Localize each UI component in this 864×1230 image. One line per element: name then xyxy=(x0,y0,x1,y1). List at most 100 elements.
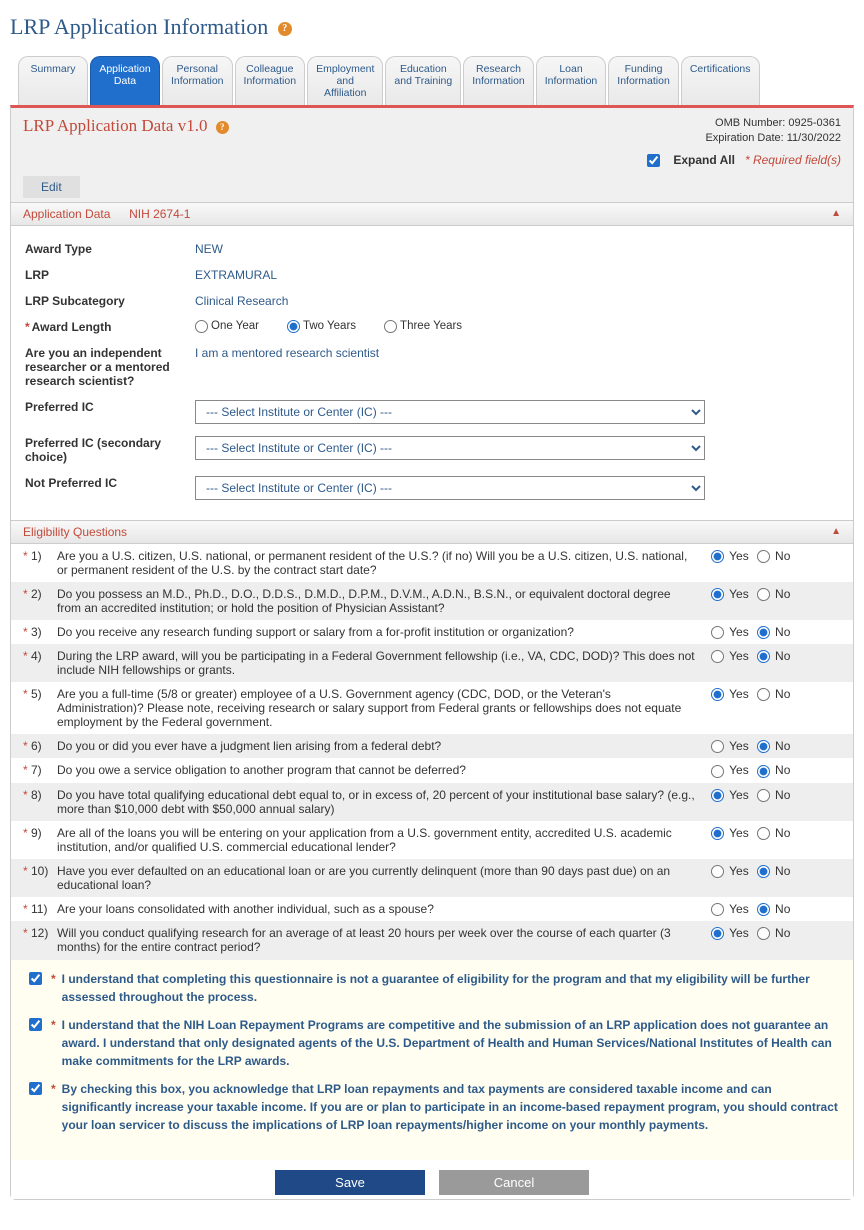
question-row: *10)Have you ever defaulted on an educat… xyxy=(11,859,853,897)
required-marker: * xyxy=(23,864,31,878)
radio-no[interactable] xyxy=(757,903,770,916)
tabs: SummaryApplicationDataPersonalInformatio… xyxy=(18,56,854,105)
question-text: Do you have total qualifying educational… xyxy=(57,788,711,816)
form-title-text: LRP Application Data v1.0 xyxy=(23,116,207,135)
radio-no[interactable] xyxy=(757,650,770,663)
section-application-data[interactable]: Application Data NIH 2674-1 ▲ xyxy=(11,202,853,226)
question-number: 1) xyxy=(31,549,57,563)
award-length-radios: One Year Two Years Three Years xyxy=(195,320,490,333)
question-text: Do you possess an M.D., Ph.D., D.O., D.D… xyxy=(57,587,711,615)
tab-colleague[interactable]: ColleagueInformation xyxy=(235,56,306,105)
ack-text: I understand that completing this questi… xyxy=(62,970,839,1006)
question-number: 5) xyxy=(31,687,57,701)
section-subtitle: NIH 2674-1 xyxy=(129,207,190,221)
required-marker: * xyxy=(23,739,31,753)
tab-research[interactable]: ResearchInformation xyxy=(463,56,534,105)
label-award-type: Award Type xyxy=(25,242,195,256)
radio-yes[interactable] xyxy=(711,765,724,778)
radio-label: Two Years xyxy=(303,320,356,332)
acknowledgement-row: *I understand that completing this quest… xyxy=(25,970,839,1006)
radio-yes[interactable] xyxy=(711,865,724,878)
ack-text: I understand that the NIH Loan Repayment… xyxy=(62,1016,839,1070)
expiration-date: Expiration Date: 11/30/2022 xyxy=(705,131,841,146)
radio-no[interactable] xyxy=(757,865,770,878)
radio-yes[interactable] xyxy=(711,789,724,802)
required-marker: * xyxy=(23,788,31,802)
radio-no[interactable] xyxy=(757,550,770,563)
question-text: Do you owe a service obligation to anoth… xyxy=(57,763,711,777)
select-preferred-ic[interactable]: --- Select Institute or Center (IC) --- xyxy=(195,400,705,424)
radio-no[interactable] xyxy=(757,765,770,778)
page-title-text: LRP Application Information xyxy=(10,14,268,39)
save-button[interactable]: Save xyxy=(275,1170,425,1195)
select-not-preferred-ic[interactable]: --- Select Institute or Center (IC) --- xyxy=(195,476,705,500)
label-award-length: Award Length xyxy=(25,320,195,334)
form-meta: OMB Number: 0925-0361 Expiration Date: 1… xyxy=(705,116,841,147)
radio-yes[interactable] xyxy=(711,626,724,639)
collapse-icon[interactable]: ▲ xyxy=(831,208,841,219)
question-row: *2)Do you possess an M.D., Ph.D., D.O., … xyxy=(11,582,853,620)
question-text: During the LRP award, will you be partic… xyxy=(57,649,711,677)
tab-application[interactable]: ApplicationData xyxy=(90,56,160,105)
radio-yes[interactable] xyxy=(711,827,724,840)
radio-yes[interactable] xyxy=(711,588,724,601)
radio-award-length[interactable] xyxy=(384,320,397,333)
radio-yes[interactable] xyxy=(711,927,724,940)
radio-yes[interactable] xyxy=(711,688,724,701)
question-row: *3)Do you receive any research funding s… xyxy=(11,620,853,644)
radio-no[interactable] xyxy=(757,588,770,601)
tab-certifications[interactable]: Certifications xyxy=(681,56,760,105)
radio-no[interactable] xyxy=(757,740,770,753)
expand-all-label: Expand All xyxy=(673,153,735,167)
radio-yes[interactable] xyxy=(711,650,724,663)
tab-summary[interactable]: Summary xyxy=(18,56,88,105)
radio-award-length[interactable] xyxy=(287,320,300,333)
radio-no[interactable] xyxy=(757,927,770,940)
collapse-icon[interactable]: ▲ xyxy=(831,526,841,537)
page-title: LRP Application Information ? xyxy=(10,14,854,40)
question-text: Are all of the loans you will be enterin… xyxy=(57,826,711,854)
radio-no[interactable] xyxy=(757,789,770,802)
question-text: Have you ever defaulted on an educationa… xyxy=(57,864,711,892)
radio-no[interactable] xyxy=(757,827,770,840)
tab-education[interactable]: Educationand Training xyxy=(385,56,461,105)
radio-yes[interactable] xyxy=(711,550,724,563)
tab-personal[interactable]: PersonalInformation xyxy=(162,56,233,105)
radio-yes[interactable] xyxy=(711,740,724,753)
radio-label: Three Years xyxy=(400,320,462,332)
radio-label: One Year xyxy=(211,320,259,332)
tab-loan[interactable]: LoanInformation xyxy=(536,56,607,105)
ack-checkbox[interactable] xyxy=(29,972,42,985)
question-row: *7)Do you owe a service obligation to an… xyxy=(11,758,853,782)
tab-employment[interactable]: EmploymentandAffiliation xyxy=(307,56,383,105)
question-row: *12)Will you conduct qualifying research… xyxy=(11,921,853,959)
help-icon[interactable]: ? xyxy=(216,121,229,134)
radio-no[interactable] xyxy=(757,626,770,639)
ack-checkbox[interactable] xyxy=(29,1082,42,1095)
acknowledgement-row: * I understand that the NIH Loan Repaymen… xyxy=(25,1016,839,1070)
select-preferred-ic-secondary[interactable]: --- Select Institute or Center (IC) --- xyxy=(195,436,705,460)
required-marker: * xyxy=(23,625,31,639)
tab-funding[interactable]: FundingInformation xyxy=(608,56,679,105)
question-text: Are you a U.S. citizen, U.S. national, o… xyxy=(57,549,711,577)
required-marker: * xyxy=(51,1080,56,1098)
cancel-button[interactable]: Cancel xyxy=(439,1170,589,1195)
question-text: Are you a full-time (5/8 or greater) emp… xyxy=(57,687,711,729)
required-marker: * xyxy=(23,587,31,601)
question-row: *4)During the LRP award, will you be par… xyxy=(11,644,853,682)
label-not-preferred-ic: Not Preferred IC xyxy=(25,476,195,490)
required-marker: * xyxy=(51,1016,56,1034)
form-panel: LRP Application Data v1.0 ? OMB Number: … xyxy=(10,105,854,1200)
radio-yes[interactable] xyxy=(711,903,724,916)
section-eligibility[interactable]: Eligibility Questions ▲ xyxy=(11,520,853,544)
help-icon[interactable]: ? xyxy=(278,22,292,36)
question-text: Will you conduct qualifying research for… xyxy=(57,926,711,954)
label-preferred-ic-secondary: Preferred IC (secondary choice) xyxy=(25,436,195,464)
label-preferred-ic: Preferred IC xyxy=(25,400,195,414)
edit-button[interactable]: Edit xyxy=(23,176,80,198)
question-row: *6)Do you or did you ever have a judgmen… xyxy=(11,734,853,758)
radio-award-length[interactable] xyxy=(195,320,208,333)
ack-checkbox[interactable] xyxy=(29,1018,42,1031)
expand-all-checkbox[interactable] xyxy=(647,154,660,167)
radio-no[interactable] xyxy=(757,688,770,701)
